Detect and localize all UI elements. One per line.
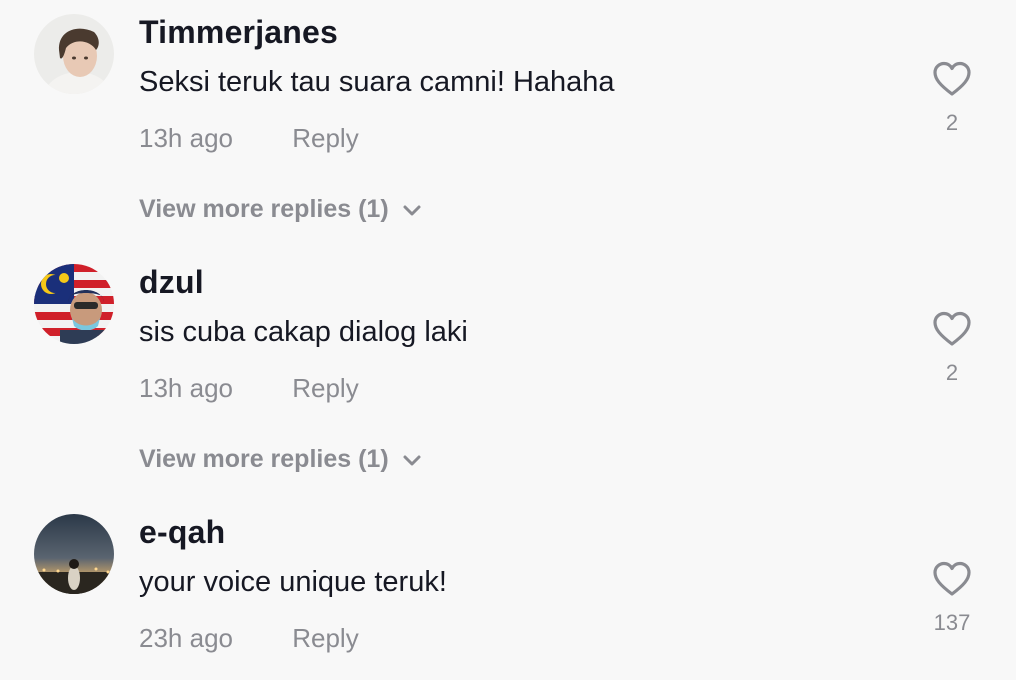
avatar-photo-icon [34,264,114,344]
reply-button[interactable]: Reply [292,123,358,154]
comment-timestamp: 13h ago [139,123,233,153]
like-control: 2 [926,310,978,386]
heart-outline-icon[interactable] [932,60,972,100]
avatar[interactable] [34,14,114,94]
avatar[interactable] [34,264,114,344]
chevron-down-icon [403,205,421,216]
comment-username[interactable]: Timmerjanes [139,14,338,51]
comment-text: your voice unique teruk! [139,566,447,598]
like-count: 2 [945,110,959,135]
avatar[interactable] [34,514,114,594]
reply-button[interactable]: Reply [292,373,358,404]
comment-text: sis cuba cakap dialog laki [139,316,468,348]
reply-button[interactable]: Reply [292,623,358,654]
heart-outline-icon[interactable] [932,560,972,600]
chevron-down-icon [403,455,421,466]
like-count: 2 [945,360,959,385]
view-more-replies-label: View more replies (1) [139,195,389,223]
avatar-photo-icon [34,14,114,94]
view-more-replies-button[interactable]: View more replies (1) [139,195,423,224]
like-control: 2 [926,60,978,136]
like-control: 137 [926,560,978,636]
view-more-replies-button[interactable]: View more replies (1) [139,445,423,474]
view-more-replies-label: View more replies (1) [139,445,389,473]
comment-meta: 13h ago Reply [139,123,359,154]
comment-meta: 23h ago Reply [139,623,359,654]
comment-username[interactable]: e-qah [139,514,225,551]
avatar-photo-icon [34,514,114,594]
comment-timestamp: 23h ago [139,623,233,653]
heart-outline-icon[interactable] [932,310,972,350]
like-count: 137 [933,610,971,635]
comment-username[interactable]: dzul [139,264,204,301]
comment-text: Seksi teruk tau suara camni! Hahaha [139,66,615,98]
comment-timestamp: 13h ago [139,373,233,403]
comment-meta: 13h ago Reply [139,373,359,404]
